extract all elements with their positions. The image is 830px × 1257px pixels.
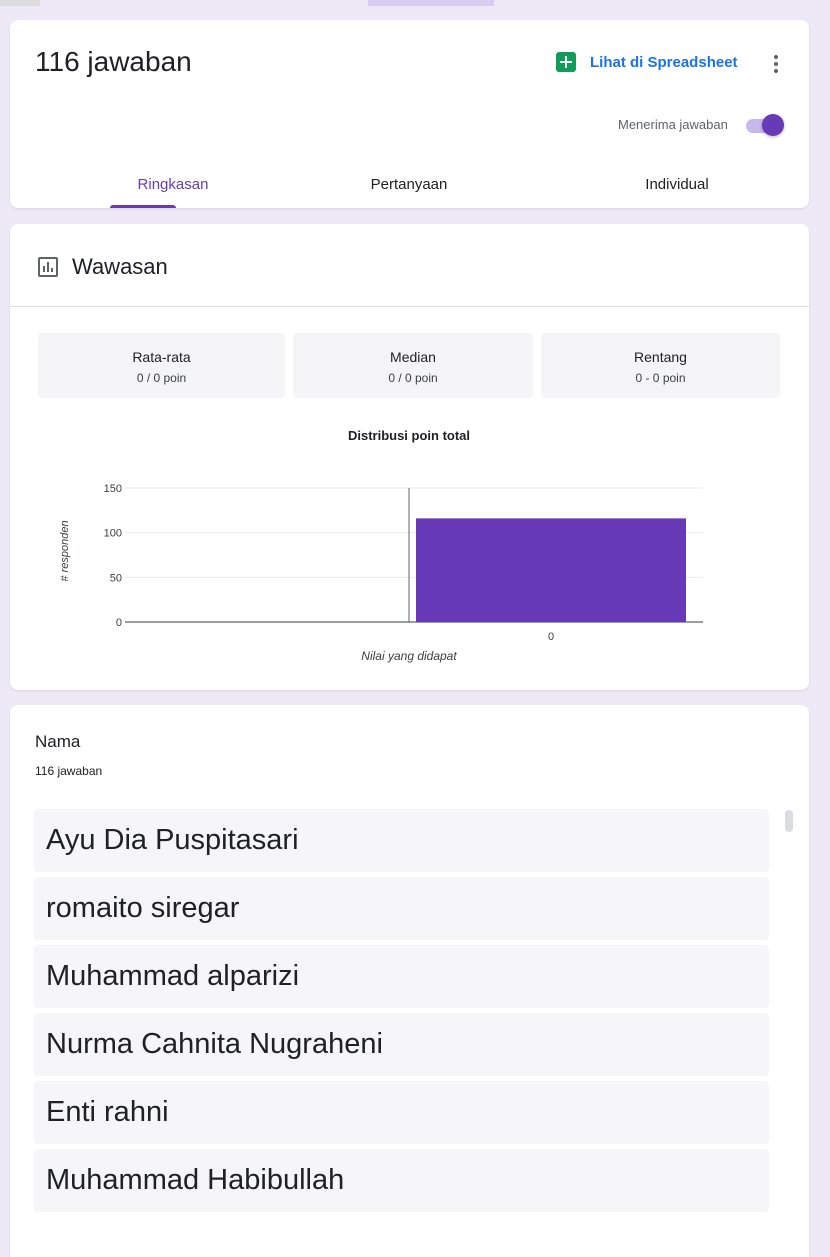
tab-questions[interactable]: Pertanyaan	[344, 176, 474, 193]
chart-y-ticks: 0 50 100 150	[104, 483, 122, 629]
answer-text: Nurma Cahnita Nugraheni	[46, 1028, 383, 1060]
stat-range: Rentang 0 - 0 poin	[541, 333, 780, 398]
answer-text: Muhammad alparizi	[46, 960, 300, 992]
chart-y-tick-label: 50	[110, 572, 122, 584]
top-accent	[368, 0, 494, 6]
active-tab-indicator	[110, 205, 176, 208]
chart-svg: Distribusi poin total # responden Nilai …	[59, 428, 703, 663]
insights-title: Wawasan	[72, 254, 168, 279]
answer-list[interactable]: Ayu Dia Puspitasari romaito siregar Muhamm…	[34, 809, 769, 1239]
answer-item: Enti rahni	[34, 1081, 769, 1144]
chart-title: Distribusi poin total	[348, 428, 470, 443]
stat-range-label: Rentang	[634, 349, 687, 365]
chart-y-tick-label: 0	[116, 617, 122, 629]
accepting-responses-label: Menerima jawaban	[618, 117, 728, 132]
answer-item: romaito siregar	[34, 877, 769, 940]
answer-text: Enti rahni	[46, 1096, 169, 1128]
tab-summary[interactable]: Ringkasan	[108, 176, 238, 193]
view-in-sheets-label: Lihat di Spreadsheet	[590, 53, 738, 71]
insights-card: Wawasan Rata-rata 0 / 0 poin Median 0 / …	[10, 224, 809, 690]
stat-average-label: Rata-rata	[132, 349, 191, 365]
sheets-icon	[556, 52, 576, 72]
stat-median-value: 0 / 0 poin	[388, 371, 438, 385]
chart-y-axis-label: # responden	[59, 520, 71, 581]
chart-y-tick-label: 100	[104, 528, 122, 540]
toggle-knob	[762, 114, 784, 136]
chart-y-tick-label: 150	[104, 483, 122, 495]
stat-median: Median 0 / 0 poin	[293, 333, 533, 398]
insights-chart-icon	[38, 257, 58, 277]
stat-range-value: 0 - 0 poin	[635, 371, 686, 385]
responses-tabs: Ringkasan Pertanyaan Individual	[10, 170, 809, 208]
answer-item: Ayu Dia Puspitasari	[34, 809, 769, 872]
answer-item: Nurma Cahnita Nugraheni	[34, 1013, 769, 1076]
tab-individual[interactable]: Individual	[612, 176, 742, 193]
answer-list-scrollbar[interactable]	[785, 810, 793, 832]
answer-text: Muhammad Habibullah	[46, 1164, 345, 1196]
response-count-title: 116 jawaban	[35, 46, 192, 77]
chart-bars	[416, 518, 686, 622]
view-in-sheets-link[interactable]: Lihat di Spreadsheet	[556, 52, 738, 72]
chart-bar[interactable]	[416, 518, 686, 622]
chart-x-axis-label: Nilai yang didapat	[361, 649, 457, 663]
insights-header: Wawasan	[10, 224, 809, 307]
answer-item: Muhammad Habibullah	[34, 1149, 769, 1212]
stat-average: Rata-rata 0 / 0 poin	[38, 333, 285, 398]
accepting-responses-toggle[interactable]	[744, 114, 786, 136]
answer-text: romaito siregar	[46, 892, 240, 924]
chart-x-tick-label: 0	[548, 631, 554, 643]
stat-median-label: Median	[390, 349, 436, 365]
more-vert-icon[interactable]	[764, 52, 788, 76]
points-distribution-chart: Distribusi poin total # responden Nilai …	[10, 414, 809, 684]
chart-x-ticks: 0	[548, 631, 554, 643]
score-stats: Rata-rata 0 / 0 poin Median 0 / 0 poin R…	[38, 333, 780, 398]
answer-text: Ayu Dia Puspitasari	[46, 824, 299, 856]
question-title: Nama	[35, 732, 81, 751]
responses-header-card: 116 jawaban Lihat di Spreadsheet Menerim…	[10, 20, 809, 208]
answer-item: Muhammad alparizi	[34, 945, 769, 1008]
stat-average-value: 0 / 0 poin	[136, 371, 187, 385]
question-response-count: 116 jawaban	[35, 764, 103, 778]
top-edge	[0, 0, 40, 6]
question-name-card: Nama 116 jawaban Ayu Dia Puspitasari roma…	[10, 705, 809, 1257]
